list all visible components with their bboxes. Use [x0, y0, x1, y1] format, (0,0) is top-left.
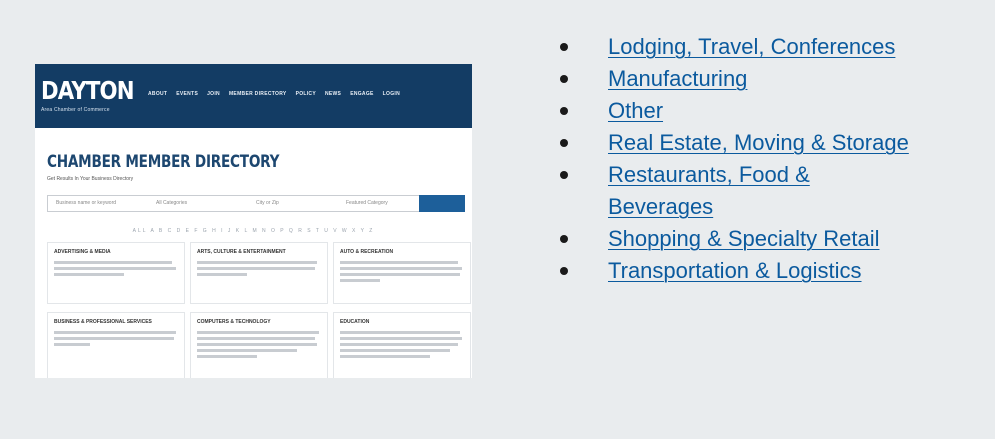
content-panel: DAYTON Area Chamber of Commerce ABOUT EV…: [0, 0, 995, 439]
bullet-icon: [560, 75, 568, 83]
thumbnail-category-card: EDUCATION: [333, 312, 471, 378]
bullet-icon: [560, 267, 568, 275]
thumbnail-category-card: ADVERTISING & MEDIA: [47, 242, 185, 304]
thumbnail-search-button: [419, 195, 465, 212]
thumbnail-filter-field: Featured Category: [346, 200, 388, 206]
category-link-list: Lodging, Travel, Conferences Manufacturi…: [560, 31, 990, 287]
link-manufacturing[interactable]: Manufacturing: [608, 66, 747, 91]
list-item: Lodging, Travel, Conferences: [560, 31, 990, 63]
thumbnail-nav-item: POLICY: [295, 91, 316, 97]
thumbnail-nav-item: LOGIN: [382, 91, 401, 97]
list-item: Other: [560, 95, 990, 127]
thumbnail-nav-item: JOIN: [207, 91, 220, 97]
thumbnail-location-field: City or Zip: [256, 200, 279, 206]
directory-screenshot-image: DAYTON Area Chamber of Commerce ABOUT EV…: [35, 64, 472, 378]
list-item: Shopping & Specialty Retail: [560, 223, 990, 255]
thumbnail-category-card: AUTO & RECREATION: [333, 242, 471, 304]
thumbnail-category-field: All Categories: [156, 200, 188, 206]
thumbnail-header: DAYTON Area Chamber of Commerce ABOUT EV…: [35, 64, 472, 128]
thumbnail-search-bar: Business name or keyword All Categories …: [47, 195, 465, 212]
thumbnail-alphabet-filter: ALL A B C D E F G H I J K L M N O P Q R …: [132, 228, 375, 234]
thumbnail-nav: ABOUT EVENTS JOIN MEMBER DIRECTORY POLIC…: [148, 91, 400, 97]
list-item: Manufacturing: [560, 63, 990, 95]
bullet-icon: [560, 235, 568, 243]
thumbnail-logo-subtitle: Area Chamber of Commerce: [41, 107, 110, 113]
thumbnail-nav-item: EVENTS: [176, 91, 199, 97]
thumbnail-category-card: ARTS, CULTURE & ENTERTAINMENT: [190, 242, 328, 304]
link-lodging-travel-conferences[interactable]: Lodging, Travel, Conferences: [608, 34, 895, 59]
thumbnail-logo: DAYTON: [41, 76, 135, 105]
bullet-icon: [560, 139, 568, 147]
list-item: Transportation & Logistics: [560, 255, 990, 287]
link-transportation-logistics[interactable]: Transportation & Logistics: [608, 258, 862, 283]
link-real-estate-moving-storage[interactable]: Real Estate, Moving & Storage: [608, 130, 909, 155]
link-restaurants-food-beverages-line2[interactable]: Beverages: [608, 194, 713, 219]
thumbnail-page-title: CHAMBER MEMBER DIRECTORY: [47, 152, 280, 172]
thumbnail-keyword-field: Business name or keyword: [56, 200, 117, 206]
list-item: Restaurants, Food & Beverages: [560, 159, 990, 223]
thumbnail-nav-item: ENGAGE: [350, 91, 374, 97]
bullet-icon: [560, 171, 568, 179]
bullet-icon: [560, 107, 568, 115]
link-restaurants-food-beverages[interactable]: Restaurants, Food &: [608, 162, 810, 187]
thumbnail-category-card: BUSINESS & PROFESSIONAL SERVICES: [47, 312, 185, 378]
thumbnail-page-subtitle: Get Results In Your Business Directory: [47, 176, 134, 182]
list-item: Real Estate, Moving & Storage: [560, 127, 990, 159]
link-shopping-specialty-retail[interactable]: Shopping & Specialty Retail: [608, 226, 880, 251]
bullet-icon: [560, 43, 568, 51]
thumbnail-nav-item: MEMBER DIRECTORY: [228, 91, 287, 97]
thumbnail-nav-item: ABOUT: [148, 91, 168, 97]
thumbnail-nav-item: NEWS: [324, 91, 342, 97]
thumbnail-category-card: COMPUTERS & TECHNOLOGY: [190, 312, 328, 378]
link-other[interactable]: Other: [608, 98, 663, 123]
